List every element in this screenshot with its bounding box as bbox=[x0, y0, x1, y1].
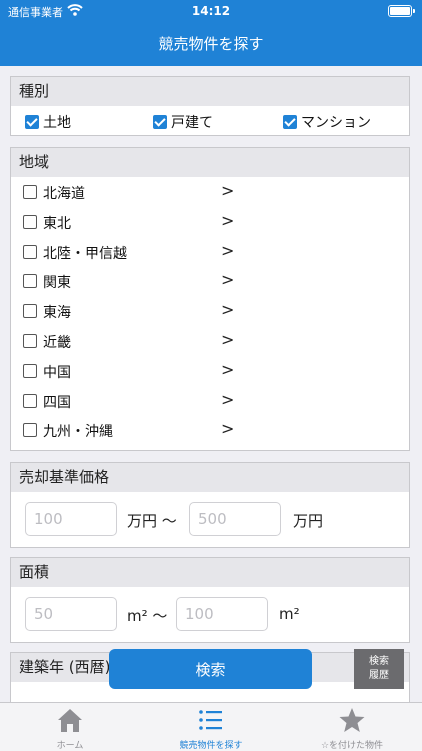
search-button[interactable]: 検索 bbox=[109, 649, 312, 689]
region-label: 四国 bbox=[43, 394, 71, 411]
region-item-kanto[interactable]: 関東 > bbox=[11, 266, 409, 296]
region-label: 東北 bbox=[43, 215, 71, 232]
region-label: 北陸・甲信越 bbox=[43, 245, 127, 262]
type-option-label: 戸建て bbox=[171, 115, 213, 131]
region-checkbox[interactable] bbox=[23, 244, 37, 259]
area-max-input[interactable] bbox=[176, 597, 268, 631]
tab-label: ☆を付けた物件 bbox=[320, 741, 384, 751]
chevron-right-icon[interactable]: > bbox=[221, 419, 234, 438]
chevron-right-icon[interactable]: > bbox=[221, 300, 234, 319]
price-max-unit: 万円 bbox=[293, 512, 324, 530]
chevron-right-icon[interactable]: > bbox=[221, 390, 234, 409]
tab-label: ホーム bbox=[56, 741, 84, 751]
region-label: 九州・沖縄 bbox=[43, 424, 113, 441]
type-option-house[interactable]: 戸建て bbox=[153, 112, 213, 132]
tab-label: 競売物件を探す bbox=[179, 741, 243, 751]
region-checkbox[interactable] bbox=[23, 304, 37, 319]
price-min-input[interactable] bbox=[25, 502, 117, 536]
region-item-hokkaido[interactable]: 北海道 > bbox=[11, 177, 409, 207]
type-option-label: 土地 bbox=[43, 115, 71, 131]
region-item-kyushu[interactable]: 九州・沖縄 > bbox=[11, 415, 409, 445]
type-section: 種別 土地 戸建て マンション bbox=[10, 76, 410, 136]
chevron-right-icon[interactable]: > bbox=[221, 330, 234, 349]
region-label: 北海道 bbox=[43, 186, 85, 202]
price-min-unit: 万円 〜 bbox=[127, 512, 177, 530]
type-option-land[interactable]: 土地 bbox=[25, 112, 71, 132]
region-label: 中国 bbox=[43, 364, 71, 381]
chevron-right-icon[interactable]: > bbox=[221, 211, 234, 230]
search-form[interactable]: 種別 土地 戸建て マンション 地域 北海道 > 東北 > 北陸・甲信越 > 関東 > … bbox=[0, 66, 422, 702]
history-label-line2: 履歴 bbox=[369, 670, 389, 681]
type-option-label: マンション bbox=[301, 115, 371, 131]
area-max-unit: m² bbox=[279, 605, 300, 623]
region-checkbox[interactable] bbox=[23, 274, 37, 289]
chevron-right-icon[interactable]: > bbox=[221, 360, 234, 379]
region-item-tohoku[interactable]: 東北 > bbox=[11, 207, 409, 237]
region-label: 関東 bbox=[43, 275, 71, 292]
house-checkbox[interactable] bbox=[153, 115, 167, 129]
chevron-right-icon[interactable]: > bbox=[221, 270, 234, 289]
tab-home[interactable]: ホーム bbox=[0, 703, 140, 751]
chevron-right-icon[interactable]: > bbox=[221, 241, 234, 260]
region-item-kinki[interactable]: 近畿 > bbox=[11, 326, 409, 356]
status-bar: 通信事業者 14:12 bbox=[0, 0, 422, 22]
region-checkbox[interactable] bbox=[23, 393, 37, 408]
area-min-unit: m² 〜 bbox=[127, 607, 168, 625]
region-label: 東海 bbox=[43, 305, 71, 322]
search-history-button[interactable]: 検索 履歴 bbox=[354, 649, 404, 689]
chevron-right-icon[interactable]: > bbox=[221, 181, 234, 200]
price-section: 売却基準価格 万円 〜 万円 bbox=[10, 462, 410, 548]
price-max-input[interactable] bbox=[189, 502, 281, 536]
area-section: 面積 m² 〜 m² bbox=[10, 557, 410, 643]
region-item-hokuriku[interactable]: 北陸・甲信越 > bbox=[11, 237, 409, 267]
type-option-mansion[interactable]: マンション bbox=[283, 112, 371, 132]
history-label-line1: 検索 bbox=[369, 656, 389, 667]
region-section: 地域 北海道 > 東北 > 北陸・甲信越 > 関東 > 東海 > 近畿 > 中国 > 四国 > … bbox=[10, 147, 410, 451]
type-section-header: 種別 bbox=[11, 77, 409, 106]
region-checkbox[interactable] bbox=[23, 333, 37, 348]
list-icon bbox=[199, 710, 222, 730]
region-checkbox[interactable] bbox=[23, 214, 37, 229]
region-label: 近畿 bbox=[43, 334, 71, 351]
region-item-shikoku[interactable]: 四国 > bbox=[11, 386, 409, 416]
region-section-header: 地域 bbox=[11, 148, 409, 177]
region-checkbox[interactable] bbox=[23, 185, 37, 199]
region-item-chugoku[interactable]: 中国 > bbox=[11, 356, 409, 386]
tab-search[interactable]: 競売物件を探す bbox=[141, 703, 281, 751]
star-icon bbox=[339, 708, 365, 732]
area-section-header: 面積 bbox=[11, 558, 409, 587]
mansion-checkbox[interactable] bbox=[283, 115, 297, 129]
home-icon bbox=[58, 709, 82, 732]
price-section-header: 売却基準価格 bbox=[11, 463, 409, 492]
region-checkbox[interactable] bbox=[23, 423, 37, 438]
region-item-tokai[interactable]: 東海 > bbox=[11, 296, 409, 326]
tab-bar: ホーム 競売物件を探す ☆を付けた物件 bbox=[0, 702, 422, 751]
land-checkbox[interactable] bbox=[25, 115, 39, 129]
area-min-input[interactable] bbox=[25, 597, 117, 631]
battery-icon bbox=[388, 5, 415, 17]
nav-title: 競売物件を探す bbox=[0, 22, 422, 66]
clock: 14:12 bbox=[191, 4, 231, 18]
tab-favorites[interactable]: ☆を付けた物件 bbox=[282, 703, 422, 751]
region-checkbox[interactable] bbox=[23, 363, 37, 378]
